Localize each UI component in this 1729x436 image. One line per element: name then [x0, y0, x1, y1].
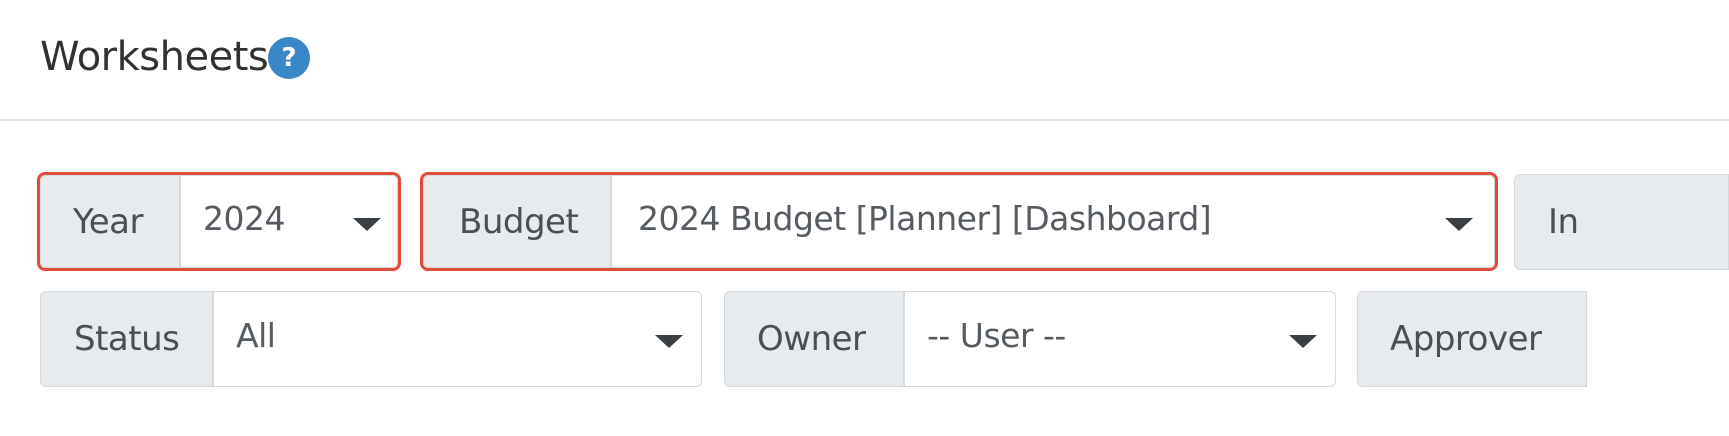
third-filter-label-text: In [1548, 202, 1579, 242]
third-filter: In [1514, 174, 1729, 270]
budget-label: Budget [423, 175, 611, 268]
budget-label-text: Budget [459, 201, 579, 242]
approver-label: Approver [1357, 291, 1587, 387]
year-label-text: Year [73, 201, 143, 242]
year-value: 2024 [203, 199, 285, 238]
owner-select[interactable]: -- User -- [904, 291, 1336, 387]
help-icon[interactable]: ? [268, 37, 310, 79]
owner-value: -- User -- [927, 316, 1066, 355]
budget-value: 2024 Budget [Planner] [Dashboard] [638, 199, 1212, 238]
owner-label: Owner [724, 291, 904, 387]
third-filter-label: In [1514, 174, 1729, 270]
approver-label-text: Approver [1390, 319, 1542, 359]
approver-filter: Approver [1357, 291, 1729, 387]
year-select[interactable]: 2024 [180, 175, 398, 268]
status-label-text: Status [74, 319, 180, 359]
budget-select[interactable]: 2024 Budget [Planner] [Dashboard] [611, 175, 1495, 268]
year-label: Year [40, 175, 180, 268]
owner-filter: Owner -- User -- [724, 291, 1336, 387]
chevron-down-icon [1445, 217, 1473, 231]
owner-label-text: Owner [757, 319, 866, 359]
status-filter: Status All [40, 291, 702, 387]
page-title: Worksheets [40, 34, 269, 80]
chevron-down-icon [655, 335, 683, 348]
status-value: All [236, 316, 276, 355]
chevron-down-icon [353, 217, 381, 231]
budget-filter: Budget 2024 Budget [Planner] [Dashboard] [420, 172, 1498, 271]
chevron-down-icon [1289, 335, 1317, 348]
year-filter: Year 2024 [37, 172, 401, 271]
page-header: Worksheets ? [0, 0, 1729, 121]
status-label: Status [40, 291, 213, 387]
status-select[interactable]: All [213, 291, 702, 387]
